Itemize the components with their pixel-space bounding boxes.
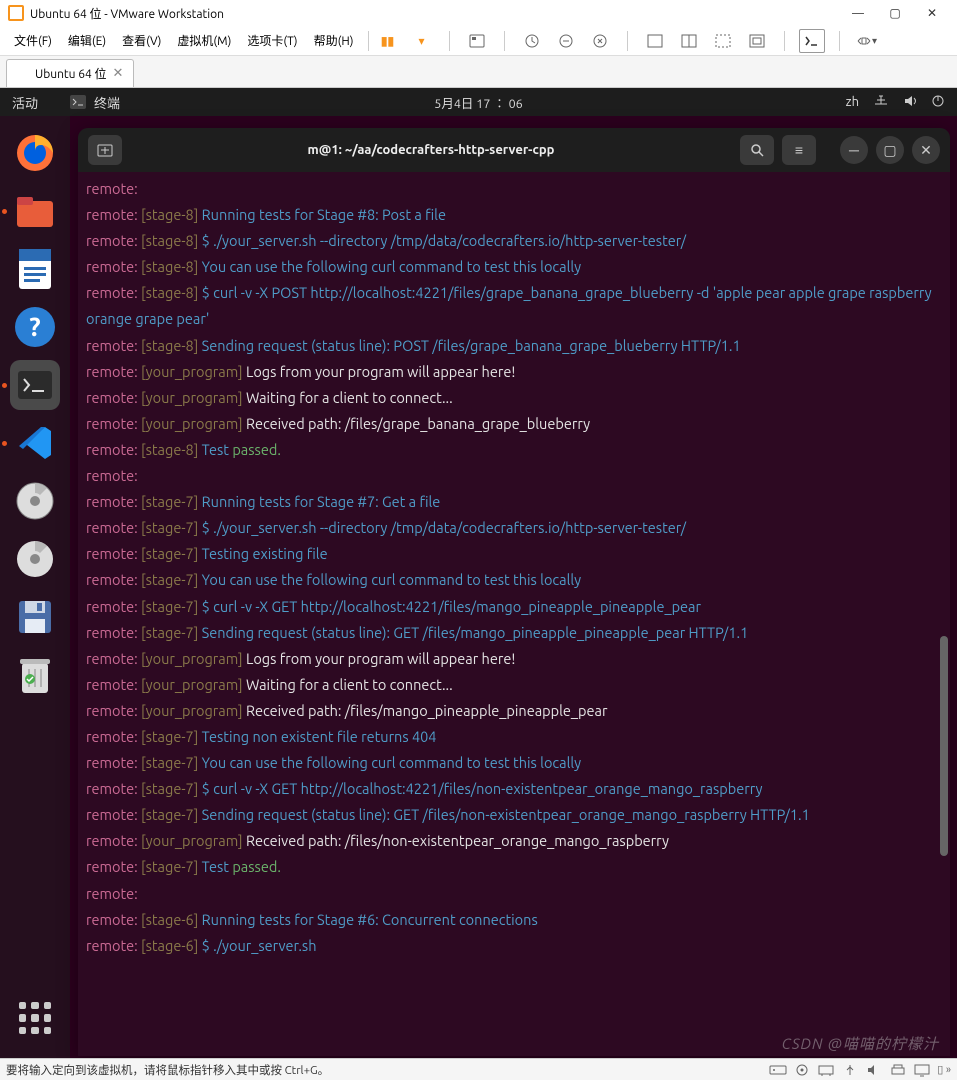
dock-files[interactable] <box>10 186 60 236</box>
terminal-headerbar: m@1: ~/aa/codecrafters-http-server-cpp ≡… <box>78 128 950 172</box>
dock-help[interactable]: ? <box>10 302 60 352</box>
view-single-icon[interactable] <box>642 29 668 53</box>
snapshot-manage-icon[interactable] <box>553 29 579 53</box>
device-usb-icon[interactable] <box>841 1063 859 1077</box>
maximize-button[interactable]: ▢ <box>878 2 912 24</box>
device-net-icon[interactable] <box>817 1063 835 1077</box>
system-tray[interactable]: zh <box>846 94 945 111</box>
tab-vm-icon <box>17 68 29 80</box>
status-text: 要将输入定向到该虚拟机，请将鼠标指针移入其中或按 Ctrl+G。 <box>6 1062 329 1078</box>
terminal-output[interactable]: remote:remote: [stage-8] Running tests f… <box>78 172 950 1054</box>
watermark: CSDN @喵喵的柠檬汁 <box>782 1033 939 1054</box>
menu-vm[interactable]: 虚拟机(M) <box>169 28 239 53</box>
activities-button[interactable]: 活动 <box>12 93 38 112</box>
minimize-button[interactable]: — <box>841 2 875 24</box>
clock[interactable]: 5月4日 17 ∶ 06 <box>434 93 522 112</box>
device-more-icon[interactable]: ▯ » <box>937 1063 951 1076</box>
topbar-app-menu[interactable]: 终端 <box>70 93 120 112</box>
new-tab-button[interactable] <box>88 135 122 165</box>
terminal-window: m@1: ~/aa/codecrafters-http-server-cpp ≡… <box>78 128 950 1056</box>
console-button[interactable] <box>799 29 825 53</box>
power-icon <box>931 94 945 111</box>
input-lang[interactable]: zh <box>846 95 859 109</box>
pause-button[interactable]: ▮▮ <box>375 29 401 53</box>
ubuntu-dock: ? <box>0 116 70 1058</box>
gnome-topbar: 活动 终端 5月4日 17 ∶ 06 zh <box>0 88 957 116</box>
menu-help[interactable]: 帮助(H) <box>306 28 362 53</box>
vmware-statusbar: 要将输入定向到该虚拟机，请将鼠标指针移入其中或按 Ctrl+G。 ▯ » <box>0 1058 957 1080</box>
view-split-icon[interactable] <box>676 29 702 53</box>
view-unity-icon[interactable] <box>710 29 736 53</box>
snapshot-icon[interactable] <box>519 29 545 53</box>
dock-disc-2[interactable] <box>10 534 60 584</box>
menu-edit[interactable]: 编辑(E) <box>60 28 114 53</box>
window-title: Ubuntu 64 位 - VMware Workstation <box>30 5 224 22</box>
tab-label: Ubuntu 64 位 <box>35 65 107 82</box>
scrollbar-thumb[interactable] <box>940 636 948 856</box>
window-close-button[interactable]: ✕ <box>912 136 940 164</box>
ubuntu-desktop: 活动 终端 5月4日 17 ∶ 06 zh ? m@1: ~/aa/codecr… <box>0 88 957 1058</box>
dock-trash[interactable] <box>10 650 60 700</box>
stretch-button[interactable]: ▾ <box>854 29 880 53</box>
device-icons: ▯ » <box>769 1063 951 1077</box>
menu-tabs[interactable]: 选项卡(T) <box>239 28 305 53</box>
dock-libreoffice-writer[interactable] <box>10 244 60 294</box>
vmware-menubar: 文件(F) 编辑(E) 查看(V) 虚拟机(M) 选项卡(T) 帮助(H) ▮▮… <box>0 26 957 56</box>
scrollbar[interactable] <box>940 216 948 1056</box>
snapshot-revert-icon[interactable] <box>587 29 613 53</box>
dock-disc-1[interactable] <box>10 476 60 526</box>
window-minimize-button[interactable]: ─ <box>840 136 868 164</box>
volume-icon <box>903 94 917 111</box>
network-icon <box>873 94 889 111</box>
menu-view[interactable]: 查看(V) <box>114 28 169 53</box>
vm-tab-ubuntu[interactable]: Ubuntu 64 位 ✕ <box>6 59 134 87</box>
device-hdd-icon[interactable] <box>769 1063 787 1077</box>
window-maximize-button[interactable]: ▢ <box>876 136 904 164</box>
dock-firefox[interactable] <box>10 128 60 178</box>
close-button[interactable]: ✕ <box>915 2 949 24</box>
menu-button[interactable]: ≡ <box>782 135 816 165</box>
vmware-logo-icon <box>8 5 24 21</box>
terminal-title: m@1: ~/aa/codecrafters-http-server-cpp <box>130 143 732 157</box>
device-printer-icon[interactable] <box>889 1063 907 1077</box>
search-button[interactable] <box>740 135 774 165</box>
menu-file[interactable]: 文件(F) <box>6 28 60 53</box>
device-sound-icon[interactable] <box>865 1063 883 1077</box>
terminal-icon <box>70 95 86 109</box>
device-cd-icon[interactable] <box>793 1063 811 1077</box>
send-ctrlaltdel-icon[interactable] <box>464 29 490 53</box>
dock-vscode[interactable] <box>10 418 60 468</box>
vmware-titlebar: Ubuntu 64 位 - VMware Workstation — ▢ ✕ <box>0 0 957 26</box>
dock-terminal[interactable] <box>10 360 60 410</box>
device-display-icon[interactable] <box>913 1063 931 1077</box>
tab-close-icon[interactable]: ✕ <box>113 66 124 81</box>
vmware-tabbar: Ubuntu 64 位 ✕ <box>0 56 957 88</box>
dock-save-icon[interactable] <box>10 592 60 642</box>
svg-text:?: ? <box>29 312 40 341</box>
dock-show-apps[interactable] <box>13 996 57 1040</box>
power-dropdown[interactable]: ▾ <box>409 29 435 53</box>
view-fullscreen-icon[interactable] <box>744 29 770 53</box>
